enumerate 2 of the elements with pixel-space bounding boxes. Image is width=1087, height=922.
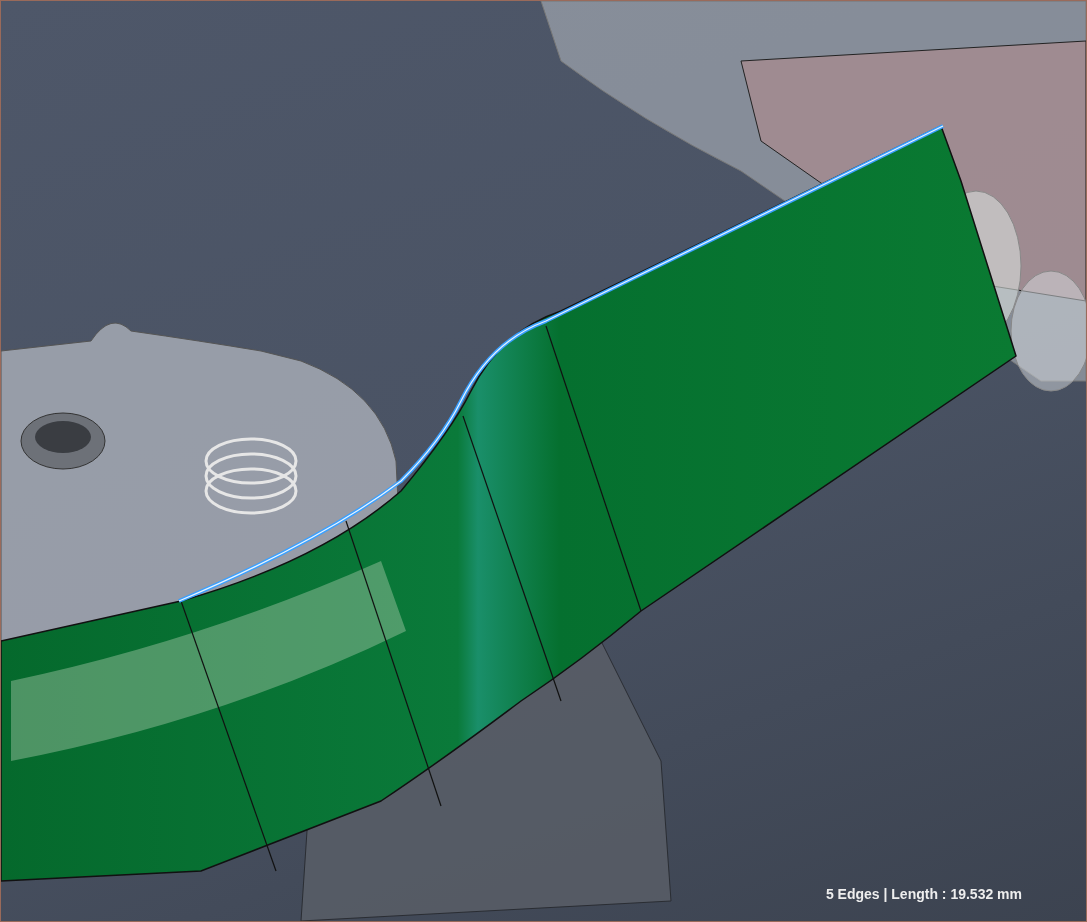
selection-status: 5 Edges | Length : 19.532 mm bbox=[825, 885, 1022, 904]
cad-viewport[interactable]: 5 Edges | Length : 19.532 mm bbox=[0, 0, 1087, 922]
